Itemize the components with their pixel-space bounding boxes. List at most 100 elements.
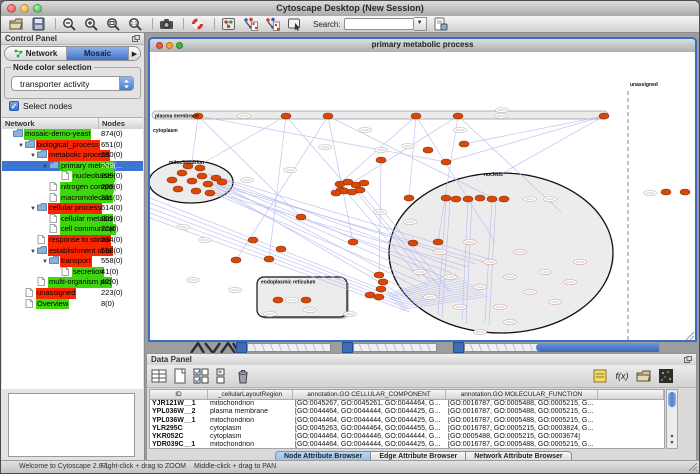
table-cell[interactable]: mitochondrion bbox=[208, 400, 293, 408]
zoom-in-icon[interactable] bbox=[84, 17, 99, 31]
new-attribute-icon[interactable] bbox=[172, 368, 188, 384]
tree-row[interactable]: ▼metabolic process280(0) bbox=[2, 150, 143, 161]
table-row[interactable]: YDR039C__1mitochondrion[GO:0044464, GO:0… bbox=[150, 441, 664, 449]
window-titlebar[interactable]: Cytoscape Desktop (New Session) bbox=[1, 1, 699, 17]
select-attributes-icon[interactable] bbox=[193, 368, 209, 384]
tree-row[interactable]: ▼establishment of lo558(0) bbox=[2, 246, 143, 257]
table-cell[interactable]: mitochondrion bbox=[208, 417, 293, 425]
tree-header-network[interactable]: Network bbox=[2, 118, 99, 129]
matrix-icon[interactable] bbox=[658, 368, 674, 384]
tree-row[interactable]: cell communicat22(0) bbox=[2, 224, 143, 235]
search-dropdown-arrow[interactable]: ▼ bbox=[414, 17, 427, 31]
table-cell[interactable]: YJR121W__1 bbox=[150, 400, 208, 408]
zoom-selected-icon[interactable] bbox=[106, 17, 121, 31]
scroll-down-arrow[interactable]: ▼ bbox=[667, 440, 677, 447]
layout-2-icon[interactable] bbox=[265, 17, 280, 31]
background-window-titlebar[interactable] bbox=[453, 342, 464, 353]
tree-node-label[interactable]: biological_process bbox=[36, 140, 100, 151]
tree-header-nodes[interactable]: Nodes bbox=[99, 118, 143, 129]
table-cell[interactable]: YLR295C bbox=[150, 425, 208, 433]
table-cell[interactable]: plasma membrane bbox=[208, 408, 293, 416]
layout-1-icon[interactable] bbox=[243, 17, 258, 31]
node-color-dropdown[interactable]: transporter activity bbox=[11, 76, 134, 91]
scroll-up-arrow[interactable]: ▲ bbox=[667, 433, 677, 440]
table-row[interactable]: YLR295Ccytoplasm[GO:0045263, GO:0044464,… bbox=[150, 425, 664, 433]
select-mode-icon[interactable] bbox=[287, 17, 302, 31]
tree-row[interactable]: mosaic-demo-yeast874(0) bbox=[2, 129, 143, 140]
table-cell[interactable]: YKR052C bbox=[150, 433, 208, 441]
network-graph[interactable]: plasma membranecytoplasmmitochondrionnuc… bbox=[150, 52, 695, 340]
table-cell[interactable]: [GO:0044464, GO:0044444, GO:0044425, G..… bbox=[293, 408, 446, 416]
tree-row[interactable]: ▼biological_process651(0) bbox=[2, 140, 143, 151]
table-cell[interactable]: [GO:0016787, GO:0005488, GO:0005215, G..… bbox=[446, 441, 598, 449]
column-header[interactable]: annotation.GO MOLECULAR_FUNCTION bbox=[446, 390, 598, 399]
tree-row[interactable]: response to stimul264(0) bbox=[2, 235, 143, 246]
background-window-titlebar[interactable] bbox=[236, 342, 247, 353]
tab-scroll-arrow[interactable]: ▶ bbox=[129, 47, 140, 60]
tree-row[interactable]: Overview8(0) bbox=[2, 299, 143, 310]
notes-icon[interactable] bbox=[592, 368, 608, 384]
table-scrollbar[interactable]: ▲ ▼ bbox=[666, 389, 678, 449]
column-header[interactable]: ID bbox=[150, 390, 208, 399]
background-window-fragment[interactable] bbox=[353, 343, 437, 352]
table-cell[interactable]: [GO:0016787, GO:0005488, GO:0005215, G..… bbox=[446, 408, 598, 416]
table-cell[interactable]: [GO:0044464, GO:0044444, GO:0044425, G..… bbox=[293, 417, 446, 425]
network-canvas[interactable]: plasma membranecytoplasmmitochondrionnuc… bbox=[150, 52, 695, 340]
dropdown-stepper[interactable] bbox=[119, 77, 133, 90]
tab-network[interactable]: Network bbox=[5, 47, 67, 60]
table-cell[interactable]: [GO:0045263, GO:0044464, GO:0044455, G..… bbox=[293, 425, 446, 433]
import-attributes-icon[interactable] bbox=[636, 368, 652, 384]
vizmapper-icon[interactable] bbox=[221, 17, 236, 31]
birds-eye-view[interactable] bbox=[8, 393, 135, 457]
table-cell[interactable]: YDR039C__1 bbox=[150, 441, 208, 449]
float-panel-icon[interactable] bbox=[684, 356, 692, 363]
background-window-titlebar[interactable] bbox=[342, 342, 353, 353]
table-cell[interactable]: [GO:0045267, GO:0045261, GO:0044464, G..… bbox=[293, 400, 446, 408]
table-cell[interactable]: cytoplasm bbox=[208, 425, 293, 433]
tree-row[interactable]: nitrogen compo209(0) bbox=[2, 182, 143, 193]
network-window-titlebar[interactable]: primary metabolic process bbox=[150, 39, 695, 53]
tree-row[interactable]: multi-organism pro42(0) bbox=[2, 277, 143, 288]
tree-row[interactable]: ▼transport558(0) bbox=[2, 256, 143, 267]
table-row[interactable]: YPL036W__1mitochondrion[GO:0044464, GO:0… bbox=[150, 417, 664, 425]
tree-node-label[interactable]: secretion bbox=[72, 267, 104, 278]
table-cell[interactable]: [GO:0044464, GO:0044444, GO:0044425, G..… bbox=[293, 441, 446, 449]
table-row[interactable]: YPL036W__2plasma membrane[GO:0044464, GO… bbox=[150, 408, 664, 416]
table-cell[interactable]: YPL036W__1 bbox=[150, 417, 208, 425]
tree-node-label[interactable]: mosaic-demo-yeast bbox=[24, 129, 91, 140]
resize-grip[interactable] bbox=[688, 462, 698, 472]
open-icon[interactable] bbox=[9, 17, 24, 31]
search-input[interactable] bbox=[344, 18, 414, 30]
function-icon[interactable]: f(x) bbox=[614, 368, 630, 384]
attribute-matrix-icon[interactable] bbox=[213, 368, 229, 384]
table-cell[interactable]: [GO:0005488, GO:0005215, GO:0003674] bbox=[446, 433, 598, 441]
table-row[interactable]: YJR121W__1mitochondrion[GO:0045267, GO:0… bbox=[150, 400, 664, 408]
attribute-table-icon[interactable] bbox=[151, 368, 167, 384]
zoom-fit-icon[interactable]: 1:1 bbox=[128, 17, 143, 31]
table-cell[interactable]: YPL036W__2 bbox=[150, 408, 208, 416]
table-cell[interactable]: cytoplasm bbox=[208, 433, 293, 441]
import-icon[interactable] bbox=[433, 17, 448, 31]
tree-row[interactable]: ▼primary metabo209(... bbox=[2, 161, 143, 172]
column-header[interactable]: annotation.GO CELLULAR_COMPONENT bbox=[293, 390, 446, 399]
snapshot-camera-icon[interactable] bbox=[159, 17, 174, 31]
tree-row[interactable]: secretion41(0) bbox=[2, 267, 143, 278]
tree-row[interactable]: cellular metabo209(0) bbox=[2, 214, 143, 225]
save-icon[interactable] bbox=[31, 17, 46, 31]
table-cell[interactable]: [GO:0016787, GO:0005488, GO:0005215, G..… bbox=[446, 400, 598, 408]
table-cell[interactable]: [GO:0016787, GO:0005488, GO:0005215, G..… bbox=[446, 417, 598, 425]
table-cell[interactable]: mitochondrion bbox=[208, 441, 293, 449]
tab-mosaic[interactable]: Mosaic bbox=[67, 47, 129, 60]
network-view-window[interactable]: primary metabolic process plasma membran… bbox=[148, 37, 697, 342]
select-nodes-checkbox[interactable]: ✓ bbox=[9, 101, 19, 111]
background-window-fragment[interactable] bbox=[247, 343, 331, 352]
zoom-out-icon[interactable] bbox=[62, 17, 77, 31]
background-window-bar[interactable] bbox=[536, 343, 659, 352]
column-header[interactable]: _cellularLayoutRegion bbox=[208, 390, 293, 399]
tree-row[interactable]: ▼cellular process614(0) bbox=[2, 203, 143, 214]
help-lifering-icon[interactable] bbox=[190, 17, 205, 31]
tree-row[interactable]: unassigned223(0) bbox=[2, 288, 143, 299]
tree-node-label[interactable]: unassigned bbox=[36, 288, 76, 299]
tree-row[interactable]: macromolecule311(0) bbox=[2, 193, 143, 204]
tree-node-label[interactable]: Overview bbox=[36, 299, 69, 310]
